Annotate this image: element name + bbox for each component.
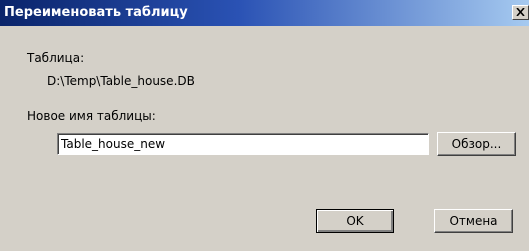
cancel-button[interactable]: Отмена bbox=[434, 209, 513, 233]
table-label: Таблица: bbox=[27, 51, 85, 65]
new-name-input[interactable]: Table_house_new bbox=[57, 133, 429, 155]
close-icon bbox=[516, 8, 525, 16]
title-bar: Переименовать таблицу bbox=[0, 0, 529, 26]
table-path: D:\Temp\Table_house.DB bbox=[47, 74, 195, 88]
new-name-value: Table_house_new bbox=[61, 137, 166, 151]
browse-button[interactable]: Обзор... bbox=[437, 132, 516, 156]
ok-button[interactable]: OK bbox=[316, 209, 394, 233]
window-title: Переименовать таблицу bbox=[4, 5, 188, 20]
close-button[interactable] bbox=[512, 5, 529, 20]
new-name-label: Новое имя таблицы: bbox=[27, 109, 156, 123]
